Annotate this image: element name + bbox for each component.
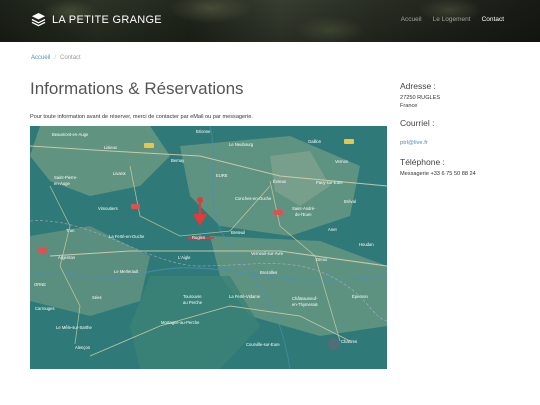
map-place-label: La Ferté-Vidame	[229, 294, 261, 299]
map-place-label: Livarot	[113, 171, 126, 176]
map-place-label: Épernon	[352, 294, 369, 299]
map-place-label: Brezolles	[260, 270, 277, 275]
breadcrumb: Accueil / Contact	[31, 55, 81, 61]
map-place-label: Sées	[92, 295, 102, 300]
map-place-label: Trun	[66, 228, 75, 233]
city-area-chartres	[328, 338, 340, 350]
map-place-label: Le Neubourg	[229, 142, 254, 147]
map-place-label: Rugles	[192, 235, 205, 240]
nav-le-logement[interactable]: Le Logement	[433, 16, 471, 23]
map-place-label: L'Aigle	[178, 255, 191, 260]
map-place-label: Saint-André-	[292, 206, 316, 211]
map-place-label: Houdan	[359, 242, 374, 247]
map-place-label: au Perche	[183, 300, 203, 305]
map-place-label: Évreux	[273, 179, 287, 184]
page-title: Informations & Réservations	[30, 79, 244, 98]
address-block: Adresse : 27250 RUGLES France	[400, 81, 530, 110]
map-place-label: La Ferté-en-Ouche	[109, 234, 145, 239]
road-badge	[344, 139, 354, 144]
map-place-label: en-Thymerais	[292, 302, 318, 307]
email-block: Courriel : ptrl@live.fr	[400, 118, 530, 149]
road-badge	[131, 204, 140, 209]
map-place-label: Anet	[328, 227, 337, 232]
map-place-label: Bréval	[344, 199, 356, 204]
location-map[interactable]: Beaumont-en-Auge Lisieux Brionne Le Neubour…	[30, 126, 387, 369]
map-place-label: Vernon	[335, 159, 349, 164]
map-place-label: Lisieux	[104, 145, 118, 150]
breadcrumb-home[interactable]: Accueil	[31, 55, 50, 61]
map-place-label: en-Auge	[54, 181, 71, 186]
address-title: Adresse :	[400, 81, 436, 91]
road-badge	[38, 248, 47, 253]
breadcrumb-separator: /	[54, 55, 57, 61]
map-place-label: ORNE	[34, 282, 46, 287]
map-place-label: EURE	[216, 173, 228, 178]
map-place-label: Beaumont-en-Auge	[52, 132, 89, 137]
layers-icon	[31, 12, 46, 27]
map-place-label: Conches-en-Ouche	[235, 196, 272, 201]
site-logo[interactable]: LA PETITE GRANGE	[31, 12, 162, 27]
breadcrumb-current: Contact	[60, 55, 81, 61]
map-place-label: Tourouvre	[183, 294, 202, 299]
email-title: Courriel :	[400, 118, 435, 128]
map-place-label: Dreux	[316, 257, 328, 262]
intro-text: Pour toute information avant de réserver…	[30, 114, 253, 120]
map-place-label: Courville-sur-Eure	[246, 342, 280, 347]
contact-sidebar: Adresse : 27250 RUGLES France Courriel :…	[400, 81, 530, 186]
phone-text: Messagerie +33 6 75 50 88 24	[400, 171, 476, 177]
main-nav: Accueil Le Logement Contact	[401, 16, 504, 23]
address-line2: France	[400, 103, 418, 109]
map-place-label: Vimoutiers	[98, 206, 118, 211]
map-place-label: Pacy-sur-Eure	[316, 180, 343, 185]
map-place-label: Bernay	[171, 158, 185, 163]
phone-block: Téléphone : Messagerie +33 6 75 50 88 24	[400, 157, 530, 178]
map-place-label: Mortagne-au-Perche	[161, 320, 200, 325]
road-badge	[144, 143, 154, 148]
site-header: LA PETITE GRANGE Accueil Le Logement Con…	[0, 0, 540, 42]
map-place-label: Chartres	[341, 339, 357, 344]
map-place-label: Carrouges	[35, 306, 55, 311]
site-name: LA PETITE GRANGE	[52, 13, 162, 26]
map-canvas[interactable]: Beaumont-en-Auge Lisieux Brionne Le Neubour…	[30, 126, 387, 369]
address-line1: 27250 RUGLES	[400, 95, 441, 101]
map-place-label: Saint-Pierre-	[54, 175, 78, 180]
map-place-label: Gaillon	[308, 139, 322, 144]
nav-accueil[interactable]: Accueil	[401, 16, 422, 23]
nav-contact[interactable]: Contact	[482, 16, 504, 23]
map-place-label: Le Merlerault	[114, 269, 139, 274]
map-place-label: de-l'Eure	[295, 212, 312, 217]
map-place-label: Breteuil	[231, 230, 245, 235]
map-place-label: Verneuil-sur-Avre	[251, 251, 284, 256]
map-place-label: Châteauneuf-	[292, 296, 318, 301]
email-link[interactable]: ptrl@live.fr	[400, 140, 428, 146]
phone-title: Téléphone :	[400, 157, 445, 167]
map-place-label: Argentan	[58, 255, 76, 260]
map-place-label: Le Mêle-sur-Sarthe	[56, 325, 93, 330]
map-place-label: Brionne	[196, 129, 211, 134]
map-place-label: Alençon	[75, 345, 91, 350]
road-badge	[274, 210, 283, 215]
